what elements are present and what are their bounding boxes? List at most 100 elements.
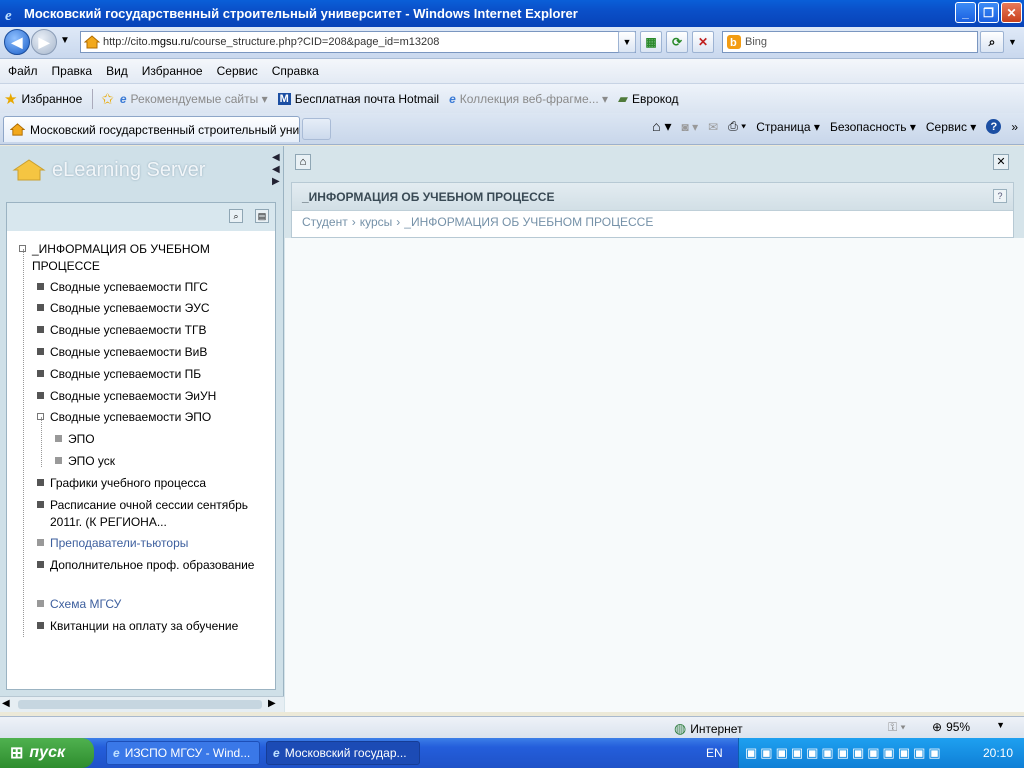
search-input[interactable]: b Bing [722, 31, 978, 53]
address-dropdown-icon[interactable]: ▼ [618, 31, 636, 53]
scroll-right-icon[interactable]: ▶ [268, 698, 276, 709]
breadcrumb-sep: › [396, 215, 401, 229]
tree-item[interactable]: _ИНФОРМАЦИЯ ОБ УЧЕБНОМ ПРОЦЕССЕ [19, 241, 239, 275]
tree-node-icon [37, 539, 44, 546]
menu-edit[interactable]: Правка [52, 64, 93, 78]
print-icon[interactable]: ⎙ ▾ [728, 119, 746, 134]
left-pane: eLearning Server ◀ ◀ ▶ ⌕ ▤ _ИНФОРМАЦИЯ ОБ … [0, 146, 284, 712]
tree-item[interactable]: Сводные успеваемости ЭПО [37, 409, 257, 426]
safety-menu[interactable]: Безопасность ▾ [830, 120, 916, 134]
restore-button[interactable]: ❐ [978, 2, 999, 23]
page-menu[interactable]: Страница ▾ [756, 120, 820, 134]
menu-view[interactable]: Вид [106, 64, 128, 78]
task-label: ИЗСПО МГСУ - Wind... [124, 746, 251, 760]
task-item-active[interactable]: e Московский государ... [266, 741, 420, 765]
zoom-icon: ⊕ [932, 720, 943, 734]
close-window-button[interactable]: ✕ [1001, 2, 1022, 23]
eurocode-link[interactable]: ▰ Еврокод [618, 91, 679, 107]
panel-title: _ИНФОРМАЦИЯ ОБ УЧЕБНОМ ПРОЦЕССЕ [292, 183, 1013, 211]
web-slice-gallery-label: Коллекция веб-фрагме... ▾ [459, 91, 609, 106]
tree-item[interactable]: Преподаватели-тьюторы [37, 535, 257, 552]
history-dropdown-icon[interactable]: ▼ [60, 35, 70, 46]
horizontal-scrollbar[interactable]: ◀ ▶ [0, 696, 284, 712]
breadcrumb-courses[interactable]: курсы [360, 215, 393, 229]
course-panel: _ИНФОРМАЦИЯ ОБ УЧЕБНОМ ПРОЦЕССЕ ? Студен… [291, 182, 1014, 238]
tab-active[interactable]: Московский государственный строительный … [3, 116, 300, 142]
tree-item[interactable]: Квитанции на оплату за обучение [37, 618, 257, 635]
help-panel-icon[interactable]: ? [993, 189, 1007, 203]
tray-icons[interactable]: ▣▣▣▣▣▣▣▣▣▣▣▣▣ [745, 745, 944, 761]
tree-item[interactable]: Графики учебного процесса [37, 475, 257, 492]
tree-item[interactable]: Сводные успеваемости ТГВ [37, 322, 257, 339]
search-tree-icon[interactable]: ⌕ [229, 209, 243, 223]
tree-item[interactable]: Сводные успеваемости ЭУС [37, 300, 257, 317]
tree-item[interactable]: Дополнительное проф. образование [37, 557, 257, 574]
start-button[interactable]: ⊞ пуск [0, 738, 94, 768]
expand-tree-icon[interactable]: ▤ [255, 209, 269, 223]
logo-house-icon [12, 159, 46, 181]
suggested-sites-link[interactable]: e Рекомендуемые сайты ▾ [120, 92, 268, 106]
tree-item[interactable]: ЭПО уск [55, 453, 255, 470]
mail-icon[interactable]: ✉ [708, 120, 718, 134]
help-icon[interactable]: ? [986, 119, 1002, 134]
home-icon[interactable]: ⌂ ▾ [652, 118, 671, 135]
suggested-sites-label: Рекомендуемые сайты ▾ [130, 91, 268, 106]
protected-mode-icon[interactable]: ⚿ ▾ [888, 720, 906, 735]
home-small-icon[interactable]: ⌂ [295, 154, 311, 170]
web-slice-gallery-link[interactable]: e Коллекция веб-фрагме... ▾ [449, 92, 608, 106]
menu-favorites[interactable]: Избранное [142, 64, 203, 78]
tree-item[interactable]: Сводные успеваемости ПГС [37, 279, 257, 296]
ie-page-icon: e [449, 91, 456, 106]
forward-button[interactable]: ▶ [31, 29, 57, 55]
scroll-thumb[interactable] [18, 700, 262, 709]
menu-help[interactable]: Справка [272, 64, 319, 78]
task-item[interactable]: e ИЗСПО МГСУ - Wind... [106, 741, 260, 765]
close-frame-icon[interactable]: ✕ [993, 154, 1009, 170]
title-bar: e Московский государственный строительны… [0, 0, 1024, 27]
add-favorite-icon[interactable]: ✩ [101, 90, 114, 108]
address-bar[interactable]: http://cito. mgsu.ru/course_structure.php… [80, 31, 636, 53]
tree-item[interactable]: ЭПО [55, 431, 255, 448]
tools-menu[interactable]: Сервис ▾ [926, 120, 976, 134]
language-indicator[interactable]: EN [706, 746, 723, 760]
menu-tools[interactable]: Сервис [217, 64, 258, 78]
minimize-button[interactable]: _ [955, 2, 976, 23]
hotmail-link[interactable]: M Бесплатная почта Hotmail [277, 92, 439, 106]
collapse-pane-icon[interactable]: ◀ ◀ ▶ [272, 152, 280, 188]
refresh-icon[interactable]: ⟳ [666, 31, 688, 53]
tree-item-label: Сводные успеваемости ПБ [50, 367, 202, 381]
tree-node-icon [37, 622, 44, 629]
folder-icon: ▰ [618, 90, 629, 106]
svg-text:e: e [5, 8, 12, 22]
tree-item-label: ЭПО [68, 432, 95, 446]
work-area [285, 238, 1024, 712]
tree-item-label: Расписание очной сессии сентябрь 2011г. … [50, 498, 248, 529]
tree-item-label: _ИНФОРМАЦИЯ ОБ УЧЕБНОМ ПРОЦЕССЕ [32, 242, 210, 273]
star-icon: ★ [4, 90, 18, 108]
tree-item-label: Сводные успеваемости ВиВ [50, 345, 208, 359]
tree-item[interactable]: Схема МГСУ [37, 596, 257, 613]
tree-node-icon [37, 370, 44, 377]
stop-icon[interactable]: ✕ [692, 31, 714, 53]
tree-item[interactable]: Сводные успеваемости ЭиУН [37, 388, 257, 405]
compatibility-view-icon[interactable]: ▦ [640, 31, 662, 53]
back-button[interactable]: ◀ [4, 29, 30, 55]
tree-item[interactable]: Сводные успеваемости ПБ [37, 366, 257, 383]
chevron-more-icon[interactable]: » [1011, 120, 1018, 134]
favorites-button[interactable]: ★ Избранное [4, 90, 82, 108]
zoom-control[interactable]: ⊕ 95% ▼ [932, 720, 1005, 734]
ie-logo-icon: e [5, 8, 12, 22]
search-magnifier-icon[interactable]: ⌕ [980, 31, 1004, 53]
new-tab-button[interactable] [302, 118, 331, 140]
breadcrumb-student[interactable]: Студент [302, 215, 348, 229]
search-options-icon[interactable]: ▼ [1008, 37, 1017, 47]
rss-icon[interactable]: ◙ ▾ [682, 120, 699, 134]
windows-logo-icon: ⊞ [10, 745, 24, 762]
start-label: пуск [29, 744, 66, 761]
menu-file[interactable]: Файл [8, 64, 38, 78]
scroll-left-icon[interactable]: ◀ [2, 698, 10, 709]
address-host: mgsu.ru [150, 36, 191, 48]
clock: 20:10 [983, 746, 1014, 760]
tree-item[interactable]: Сводные успеваемости ВиВ [37, 344, 257, 361]
tree-item[interactable]: Расписание очной сессии сентябрь 2011г. … [37, 497, 257, 531]
